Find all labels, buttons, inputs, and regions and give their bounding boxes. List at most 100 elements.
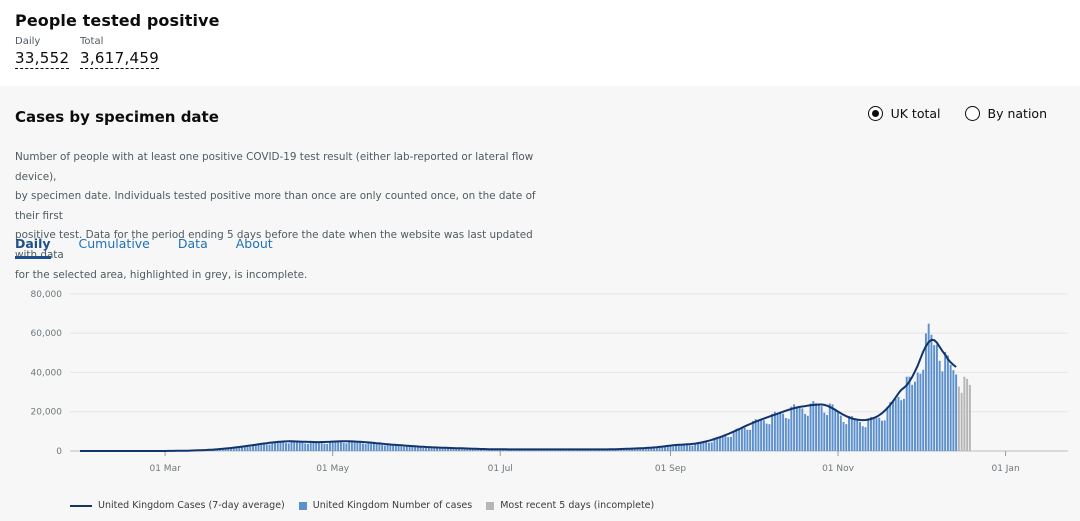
bar	[334, 441, 337, 451]
bar	[776, 412, 779, 451]
bar	[779, 413, 782, 451]
daily-metric: Daily 33,552	[15, 36, 70, 69]
bar	[919, 373, 922, 451]
bar	[897, 396, 900, 451]
bar	[856, 420, 859, 451]
bar	[309, 441, 312, 451]
bar	[315, 441, 318, 451]
bar	[872, 417, 875, 451]
bar	[892, 400, 894, 451]
bar	[683, 444, 686, 451]
radio-by-nation[interactable]: By nation	[964, 106, 1047, 121]
card-description: Number of people with at least one posit…	[15, 148, 555, 285]
bar	[441, 448, 444, 451]
bar	[839, 415, 842, 451]
bar	[760, 420, 763, 451]
bar	[957, 386, 960, 451]
bar	[326, 443, 329, 451]
bar	[702, 442, 705, 451]
tab-data[interactable]: Data	[178, 236, 208, 259]
bar	[831, 404, 834, 451]
bar	[686, 444, 688, 451]
daily-value[interactable]: 33,552	[15, 49, 70, 69]
bar	[298, 441, 301, 451]
headline-panel: People tested positive Daily 33,552 Tota…	[0, 0, 1080, 86]
tab-about[interactable]: About	[236, 236, 273, 259]
bar	[826, 414, 829, 451]
bar	[911, 384, 914, 451]
bar	[966, 378, 969, 451]
bar	[713, 438, 716, 451]
bar	[812, 401, 815, 451]
bar	[279, 441, 282, 451]
bar	[916, 372, 919, 451]
bar	[727, 437, 730, 451]
bar	[886, 406, 889, 451]
bar	[894, 399, 897, 451]
legend-line-swatch	[70, 504, 92, 507]
bar	[924, 333, 927, 451]
bar	[754, 419, 757, 451]
bar	[345, 443, 348, 451]
y-tick-label: 20,000	[31, 408, 63, 418]
bar	[870, 417, 872, 451]
bar	[837, 412, 840, 451]
tab-daily[interactable]: Daily	[15, 236, 51, 259]
bar	[952, 370, 955, 451]
x-tick-label: 01 Nov	[822, 464, 855, 474]
bar	[968, 384, 971, 451]
bar	[889, 402, 892, 451]
bar	[900, 400, 903, 451]
description-line: by specimen date. Individuals tested pos…	[15, 190, 536, 222]
bar	[669, 446, 672, 451]
total-value[interactable]: 3,617,459	[80, 49, 160, 69]
legend-item-cases[interactable]: United Kingdom Number of cases	[298, 500, 472, 511]
bar	[285, 442, 287, 451]
bar	[845, 424, 848, 451]
bar	[746, 429, 749, 451]
bar	[282, 441, 285, 451]
tab-cumulative[interactable]: Cumulative	[79, 236, 150, 259]
bar	[422, 447, 425, 451]
daily-label: Daily	[15, 36, 41, 47]
bar	[883, 420, 886, 451]
bar	[782, 413, 785, 451]
bar	[790, 406, 793, 451]
bar	[732, 430, 735, 451]
bar	[771, 413, 774, 451]
card-title: Cases by specimen date	[15, 108, 219, 126]
radio-uk-total-label: UK total	[890, 106, 941, 121]
chart-tabs: Daily Cumulative Data About	[15, 236, 273, 259]
bar	[361, 443, 364, 451]
bar	[765, 423, 768, 451]
bar	[296, 441, 298, 451]
radio-uk-total[interactable]: UK total	[867, 106, 941, 121]
bar	[823, 412, 826, 451]
bar	[653, 448, 655, 451]
bar	[699, 442, 702, 451]
legend-item-incomplete[interactable]: Most recent 5 days (incomplete)	[486, 500, 654, 511]
bar	[743, 427, 746, 451]
bar	[339, 441, 342, 451]
bar	[342, 442, 345, 451]
description-line: Number of people with at least one posit…	[15, 151, 534, 183]
bar	[867, 418, 870, 451]
bar	[815, 403, 818, 451]
bar	[946, 355, 949, 451]
bar	[935, 344, 938, 451]
legend-item-average[interactable]: United Kingdom Cases (7-day average)	[70, 500, 285, 511]
bar	[364, 444, 367, 451]
bar	[691, 445, 694, 451]
bar	[356, 441, 359, 451]
bar	[375, 443, 378, 451]
bar	[276, 441, 279, 451]
bar	[853, 418, 856, 451]
bar	[337, 441, 340, 451]
bar	[944, 351, 947, 451]
bar	[878, 417, 881, 451]
bar	[751, 421, 754, 451]
bar	[905, 376, 908, 451]
bar	[820, 406, 823, 451]
x-tick-label: 01 May	[316, 464, 350, 474]
cases-chart: 80,000 60,000 40,000 20,000 0 01 Mar 01 May 01 …	[31, 290, 1068, 474]
